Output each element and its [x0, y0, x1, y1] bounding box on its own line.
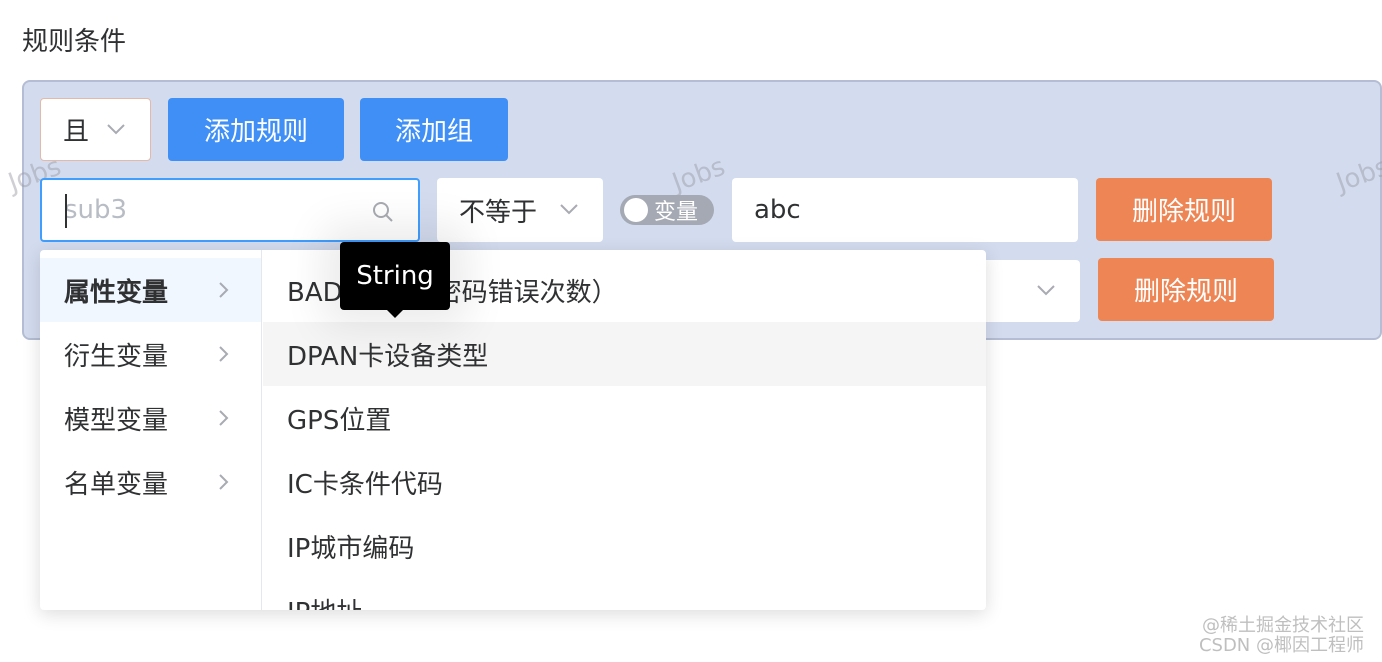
add-group-button[interactable]: 添加组 [360, 98, 508, 161]
add-rule-button[interactable]: 添加规则 [168, 98, 344, 161]
category-item-list[interactable]: 名单变量 [40, 450, 261, 514]
tooltip-arrow [387, 310, 403, 318]
option-item[interactable]: DPAN卡设备类型 [263, 322, 986, 386]
chevron-right-icon [219, 474, 229, 490]
footer-watermark: @稀土掘金技术社区 CSDN @椰因工程师 [1199, 616, 1364, 656]
chevron-down-icon [107, 124, 125, 135]
category-label: 名单变量 [64, 469, 169, 500]
text-caret [65, 194, 67, 228]
category-item-attribute[interactable]: 属性变量 [40, 258, 261, 322]
chevron-right-icon [219, 410, 229, 426]
chevron-right-icon [219, 282, 229, 298]
toggle-knob [624, 198, 648, 222]
operator-value: 不等于 [459, 197, 538, 228]
field-cascader-dropdown: 属性变量 衍生变量 模型变量 名单变量 BAD RIES（密码错误次数） DPA… [40, 250, 986, 610]
logic-operator-value: 且 [63, 117, 90, 147]
chevron-down-icon [1037, 285, 1055, 296]
field-search-input[interactable]: sub3 [40, 178, 420, 242]
logic-operator-select[interactable]: 且 [40, 98, 151, 161]
toggle-label: 变量 [654, 200, 699, 225]
category-label: 属性变量 [64, 277, 169, 308]
variable-toggle[interactable]: 变量 [620, 195, 714, 225]
operator-select[interactable]: 不等于 [437, 178, 603, 242]
value-text: abc [754, 195, 801, 225]
chevron-down-icon [560, 204, 578, 215]
option-item[interactable]: GPS位置 [263, 386, 986, 450]
section-title: 规则条件 [22, 27, 127, 57]
field-search-value: sub3 [64, 195, 128, 225]
chevron-right-icon [219, 346, 229, 362]
rule2-value-select[interactable] [978, 260, 1080, 322]
category-item-model[interactable]: 模型变量 [40, 386, 261, 450]
category-label: 模型变量 [64, 405, 169, 436]
footer-line: CSDN @椰因工程师 [1198, 635, 1364, 656]
type-tooltip: String [340, 242, 450, 318]
delete-rule-button[interactable]: 删除规则 [1096, 178, 1272, 241]
option-item[interactable]: IP城市编码 [263, 514, 986, 578]
category-item-derived[interactable]: 衍生变量 [40, 322, 261, 386]
tooltip-text: String [356, 261, 434, 291]
option-item[interactable]: IP地址 [263, 578, 986, 611]
delete-rule-button[interactable]: 删除规则 [1098, 258, 1274, 321]
value-input[interactable]: abc [732, 178, 1078, 242]
category-menu: 属性变量 衍生变量 模型变量 名单变量 [40, 250, 262, 610]
footer-line: @稀土掘金技术社区 [1202, 615, 1364, 636]
category-label: 衍生变量 [64, 341, 169, 372]
option-item[interactable]: IC卡条件代码 [263, 450, 986, 514]
search-icon [373, 202, 393, 222]
